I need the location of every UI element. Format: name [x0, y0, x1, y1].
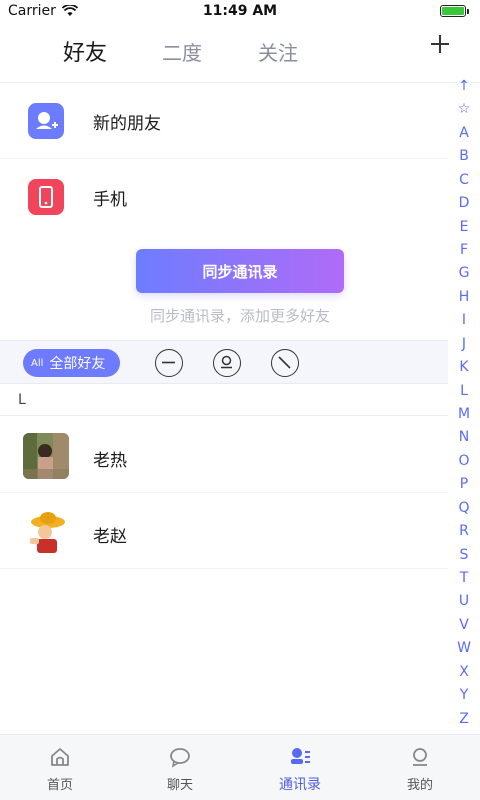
- filter-bar: All 全部好友: [0, 340, 448, 384]
- cartoon-avatar: [23, 509, 69, 555]
- nav-profile-label: 我的: [406, 778, 433, 793]
- index-letter[interactable]: M: [448, 406, 480, 422]
- status-time: 11:49 AM: [202, 3, 278, 19]
- contact-name: 老赵: [93, 527, 127, 547]
- index-letter[interactable]: ↑: [448, 78, 480, 94]
- tab-second-degree[interactable]: 二度: [162, 37, 202, 66]
- index-letter[interactable]: L: [448, 383, 480, 399]
- phone-label: 手机: [93, 190, 127, 210]
- index-letter[interactable]: B: [448, 148, 480, 164]
- alphabet-index[interactable]: ↑ ☆ A B C D E F G H I J K L M N O P Q R S T U V W X Y Z: [448, 78, 480, 734]
- all-friends-filter[interactable]: All 全部好友: [23, 349, 120, 377]
- profile-icon: [413, 748, 427, 766]
- section-letter: L: [18, 392, 26, 408]
- battery-icon: [440, 5, 469, 17]
- contacts-icon: [291, 748, 310, 764]
- chat-icon: [170, 748, 190, 768]
- nav-home-label: 首页: [46, 778, 73, 793]
- nav-home[interactable]: 首页: [0, 735, 120, 800]
- index-letter[interactable]: O: [448, 453, 480, 469]
- index-letter[interactable]: J: [448, 336, 480, 352]
- contact-name: 老热: [93, 451, 127, 471]
- slash-circle-icon[interactable]: [271, 349, 299, 377]
- index-letter[interactable]: X: [448, 664, 480, 680]
- top-tabs: 好友 二度 关注: [0, 30, 480, 80]
- minus-circle-icon[interactable]: [155, 349, 183, 377]
- nav-chat[interactable]: 聊天: [120, 735, 240, 800]
- phone-icon: [28, 179, 64, 215]
- contact-row[interactable]: 老赵: [0, 493, 448, 569]
- index-letter[interactable]: E: [448, 219, 480, 235]
- new-friend-icon: [28, 103, 64, 139]
- index-letter[interactable]: T: [448, 570, 480, 586]
- index-letter[interactable]: F: [448, 242, 480, 258]
- section-header: L: [0, 384, 448, 416]
- index-letter[interactable]: N: [448, 429, 480, 445]
- index-letter[interactable]: Y: [448, 687, 480, 703]
- status-bar: Carrier 11:49 AM: [0, 0, 480, 24]
- index-letter[interactable]: Q: [448, 500, 480, 516]
- all-friends-label: 全部好友: [49, 356, 106, 372]
- nav-profile[interactable]: 我的: [360, 735, 480, 800]
- new-friends-row[interactable]: 新的朋友: [0, 83, 448, 159]
- battery-tip: [467, 9, 469, 14]
- index-letter[interactable]: A: [448, 125, 480, 141]
- all-tag: All: [31, 357, 44, 369]
- add-button[interactable]: [428, 32, 452, 56]
- nav-chat-label: 聊天: [166, 778, 193, 793]
- new-friends-label: 新的朋友: [93, 114, 161, 134]
- contact-row[interactable]: 老热: [0, 417, 448, 493]
- person-circle-icon[interactable]: [213, 349, 241, 377]
- tab-friends[interactable]: 好友: [63, 35, 107, 67]
- bottom-nav: 首页 聊天 通讯录 我的: [0, 734, 480, 800]
- nav-contacts[interactable]: 通讯录: [240, 735, 360, 800]
- index-letter[interactable]: ☆: [448, 101, 480, 117]
- index-letter[interactable]: R: [448, 523, 480, 539]
- index-letter[interactable]: G: [448, 265, 480, 281]
- index-letter[interactable]: I: [448, 312, 480, 328]
- index-letter[interactable]: Z: [448, 711, 480, 727]
- nav-contacts-label: 通讯录: [279, 777, 321, 793]
- index-letter[interactable]: C: [448, 172, 480, 188]
- index-letter[interactable]: V: [448, 617, 480, 633]
- photo-avatar: [23, 433, 69, 479]
- row-divider: [0, 568, 448, 569]
- index-letter[interactable]: W: [448, 640, 480, 656]
- phone-row[interactable]: 手机: [0, 159, 448, 235]
- tab-following[interactable]: 关注: [258, 37, 298, 66]
- home-icon: [51, 748, 69, 766]
- index-letter[interactable]: H: [448, 289, 480, 305]
- index-letter[interactable]: U: [448, 593, 480, 609]
- sync-contacts-button[interactable]: 同步通讯录: [136, 249, 344, 293]
- index-letter[interactable]: K: [448, 359, 480, 375]
- index-letter[interactable]: D: [448, 195, 480, 211]
- sync-hint: 同步通讯录，添加更多好友: [149, 307, 330, 325]
- index-letter[interactable]: S: [448, 547, 480, 563]
- index-letter[interactable]: P: [448, 476, 480, 492]
- battery-level: [442, 7, 464, 15]
